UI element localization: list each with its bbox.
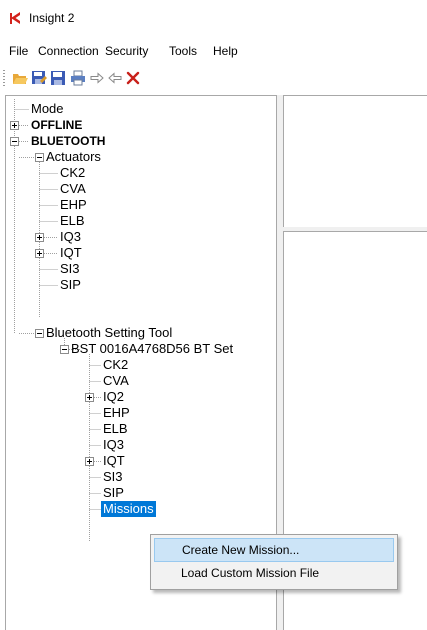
menu-file[interactable]: File	[9, 44, 28, 58]
save-as-icon[interactable]	[31, 70, 47, 86]
save-icon[interactable]	[50, 70, 66, 86]
window-title: Insight 2	[29, 11, 75, 25]
tree-node-actuator-elb[interactable]: ELB	[60, 213, 85, 229]
create-new-mission-menu-item[interactable]: Create New Mission...	[154, 538, 394, 562]
tree-node-offline[interactable]: OFFLINE	[31, 117, 82, 133]
context-menu: Create New Mission... Load Custom Missio…	[150, 534, 398, 590]
app-logo-icon	[10, 12, 20, 24]
title-bar: Insight 2	[0, 0, 427, 36]
tree-node-device-sip[interactable]: SIP	[103, 485, 124, 501]
toolbar-grip[interactable]	[3, 70, 5, 88]
tree-node-missions[interactable]: Missions	[101, 501, 156, 517]
load-custom-mission-file-menu-item[interactable]: Load Custom Mission File	[154, 562, 394, 586]
tree-node-device-cva[interactable]: CVA	[103, 373, 129, 389]
tree-node-actuators[interactable]: Actuators	[46, 149, 101, 165]
menu-tools[interactable]: Tools	[169, 44, 197, 58]
tree-node-actuator-ehp[interactable]: EHP	[60, 197, 87, 213]
detail-pane-top	[283, 95, 427, 227]
tree-node-actuator-si3[interactable]: SI3	[60, 261, 80, 277]
tree-node-mode[interactable]: Mode	[31, 101, 64, 117]
tree-node-bluetooth[interactable]: BLUETOOTH	[31, 133, 105, 149]
tree-node-actuator-sip[interactable]: SIP	[60, 277, 81, 293]
arrow-left-icon[interactable]	[107, 70, 123, 86]
arrow-right-icon[interactable]	[89, 70, 105, 86]
toolbar	[0, 66, 427, 92]
tree-node-device-iq2[interactable]: IQ2	[103, 389, 124, 405]
tree-node-actuator-iqt[interactable]: IQT	[60, 245, 82, 261]
tree-node-actuator-cva[interactable]: CVA	[60, 181, 86, 197]
tree-node-device-si3[interactable]: SI3	[103, 469, 123, 485]
tree-node-device-elb[interactable]: ELB	[103, 421, 128, 437]
menu-bar: File Connection Security Tools Help	[0, 36, 427, 66]
tree-node-device-iqt[interactable]: IQT	[103, 453, 125, 469]
menu-security[interactable]: Security	[105, 44, 148, 58]
menu-help[interactable]: Help	[213, 44, 238, 58]
tree-node-bst-device[interactable]: BST 0016A4768D56 BT Set	[71, 341, 233, 357]
tree-node-device-iq3[interactable]: IQ3	[103, 437, 124, 453]
print-icon[interactable]	[70, 70, 86, 86]
tree-node-actuator-iq3[interactable]: IQ3	[60, 229, 81, 245]
menu-connection[interactable]: Connection	[38, 44, 99, 58]
tree-node-actuator-ck2[interactable]: CK2	[60, 165, 85, 181]
tree-node-bluetooth-setting-tool[interactable]: Bluetooth Setting Tool	[46, 325, 172, 341]
open-folder-icon[interactable]	[12, 70, 28, 86]
tree-node-device-ck2[interactable]: CK2	[103, 357, 128, 373]
delete-icon[interactable]	[125, 70, 141, 86]
tree-node-device-ehp[interactable]: EHP	[103, 405, 130, 421]
